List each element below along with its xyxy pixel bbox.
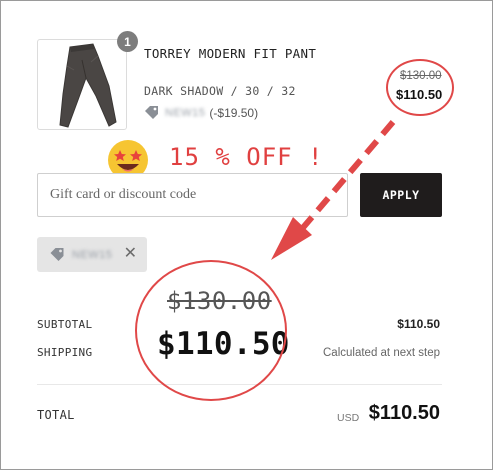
total-label: TOTAL — [37, 408, 75, 422]
applied-code-redacted: NEW15 — [72, 248, 113, 261]
pants-image — [59, 43, 117, 128]
discount-code-redacted: NEW15 — [165, 106, 206, 119]
discount-code-input[interactable] — [37, 173, 348, 217]
quantity-badge: 1 — [117, 31, 138, 52]
shipping-value: Calculated at next step — [323, 347, 440, 359]
subtotal-value: $110.50 — [397, 317, 440, 331]
product-thumbnail — [37, 39, 127, 130]
price-highlight-circle — [386, 59, 454, 116]
product-name: TORREY MODERN FIT PANT — [144, 46, 317, 61]
applied-discount-chip: NEW15 ✕ — [37, 237, 147, 272]
total-value: $110.50 — [368, 402, 440, 424]
callout-highlight-circle — [135, 260, 287, 401]
discount-amount: (-$19.50) — [209, 105, 259, 120]
promo-text: 15 % OFF ! — [169, 143, 324, 171]
checkout-panel: 1 TORREY MODERN FIT PANT DARK SHADOW / 3… — [0, 0, 493, 470]
product-discount-line: NEW15 (-$19.50) — [144, 105, 258, 120]
total-currency: USD — [337, 412, 360, 424]
apply-button[interactable]: APPLY — [360, 173, 442, 217]
subtotal-label: SUBTOTAL — [37, 318, 93, 331]
product-variant: DARK SHADOW / 30 / 32 — [144, 84, 296, 98]
tag-icon — [145, 106, 158, 119]
tag-icon — [50, 248, 64, 261]
shipping-label: SHIPPING — [37, 346, 93, 359]
close-icon[interactable]: ✕ — [124, 245, 137, 263]
